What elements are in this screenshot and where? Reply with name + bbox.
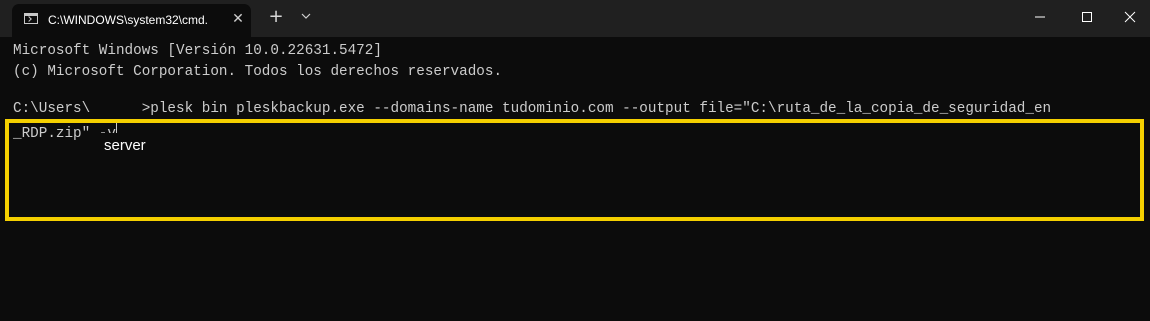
close-window-button[interactable]: [1107, 0, 1150, 32]
tab-title: C:\WINDOWS\system32\cmd.: [48, 13, 209, 27]
maximize-icon: [1082, 12, 1092, 22]
command-line: C:\Users\ >plesk bin pleskbackup.exe --d…: [13, 101, 1052, 117]
tab-dropdown-button[interactable]: [297, 6, 315, 28]
username-overlay: server: [98, 133, 174, 158]
console-line: (c) Microsoft Corporation. Todos los der…: [13, 64, 503, 80]
maximize-button[interactable]: [1064, 0, 1110, 32]
chevron-down-icon: [301, 13, 311, 19]
new-tab-button[interactable]: +: [266, 6, 286, 28]
console-output[interactable]: Microsoft Windows [Versión 10.0.22631.54…: [0, 37, 1150, 321]
plus-icon: +: [268, 6, 284, 27]
title-bar: C:\WINDOWS\system32\cmd. ✕ +: [0, 0, 1150, 37]
close-icon: [1124, 11, 1136, 23]
terminal-icon: [24, 13, 38, 24]
minimize-button[interactable]: [1017, 0, 1063, 32]
console-line: Microsoft Windows [Versión 10.0.22631.54…: [13, 43, 382, 59]
terminal-tab[interactable]: C:\WINDOWS\system32\cmd. ✕: [12, 4, 251, 37]
tab-close-icon[interactable]: ✕: [230, 8, 246, 30]
terminal-window: C:\WINDOWS\system32\cmd. ✕ + Microsoft W…: [0, 0, 1150, 321]
minimize-icon: [1035, 16, 1045, 18]
highlight-box: [5, 119, 1144, 221]
